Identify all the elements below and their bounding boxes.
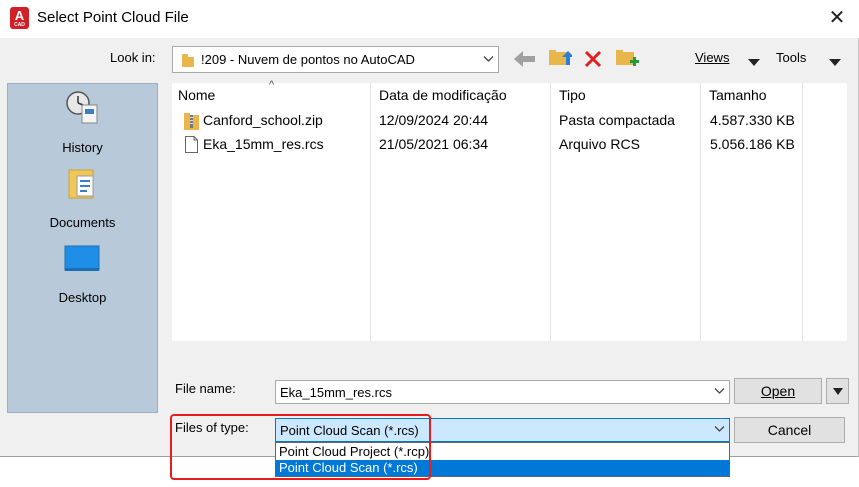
- look-in-label: Look in:: [110, 50, 156, 65]
- desktop-icon[interactable]: [63, 240, 101, 278]
- file-name-cell: Canford_school.zip: [203, 112, 323, 128]
- views-label: Views: [695, 50, 730, 65]
- up-folder-icon[interactable]: [548, 47, 574, 72]
- views-dropdown-icon[interactable]: [748, 55, 760, 69]
- column-header-name[interactable]: Nome: [178, 87, 215, 103]
- column-header-type[interactable]: Tipo: [559, 87, 586, 103]
- back-arrow-icon[interactable]: [514, 50, 536, 71]
- window-title: Select Point Cloud File: [37, 9, 189, 26]
- file-size-cell: 5.056.186 KB: [710, 136, 795, 152]
- chevron-down-icon: [483, 54, 494, 65]
- column-header-size[interactable]: Tamanho: [709, 87, 767, 103]
- file-type-cell: Pasta compactada: [559, 112, 675, 128]
- look-in-dropdown[interactable]: !209 - Nuvem de pontos no AutoCAD: [172, 46, 499, 73]
- views-menu[interactable]: Views: [695, 50, 729, 65]
- open-options-button[interactable]: [826, 378, 849, 404]
- tools-label: Tools: [776, 50, 807, 65]
- select-file-dialog: A CAD Select Point Cloud File ✕ Look in:…: [0, 0, 859, 457]
- chevron-down-icon[interactable]: [714, 425, 725, 436]
- table-row[interactable]: Eka_15mm_res.rcs 21/05/2021 06:34 Arquiv…: [172, 134, 802, 156]
- title-bar: A CAD Select Point Cloud File ✕: [0, 0, 859, 38]
- file-name-cell: Eka_15mm_res.rcs: [203, 136, 324, 152]
- chevron-down-icon[interactable]: [714, 387, 725, 398]
- zip-folder-icon: [184, 112, 199, 133]
- file-size-cell: 4.587.330 KB: [710, 112, 795, 128]
- sort-ascending-icon: ^: [269, 79, 275, 91]
- open-label: Open: [760, 383, 796, 399]
- app-icon-letter: A: [14, 8, 25, 23]
- app-icon-sub: CAD: [14, 22, 25, 28]
- table-row[interactable]: Canford_school.zip 12/09/2024 20:44 Past…: [172, 110, 802, 132]
- file-name-value: Eka_15mm_res.rcs: [280, 385, 392, 400]
- file-date-cell: 21/05/2021 06:34: [379, 136, 488, 152]
- column-divider: [802, 83, 803, 341]
- file-name-label: File name:: [175, 381, 236, 396]
- file-date-cell: 12/09/2024 20:44: [379, 112, 488, 128]
- close-icon[interactable]: ✕: [826, 8, 848, 30]
- new-folder-icon[interactable]: [615, 47, 639, 72]
- delete-icon[interactable]: [584, 50, 602, 71]
- file-icon: [185, 136, 198, 156]
- file-name-input[interactable]: Eka_15mm_res.rcs: [275, 380, 730, 404]
- places-documents[interactable]: Documents: [8, 215, 157, 230]
- autocad-app-icon: A CAD: [10, 7, 29, 29]
- cancel-button[interactable]: Cancel: [734, 417, 845, 443]
- open-button[interactable]: Open: [734, 378, 822, 404]
- places-desktop[interactable]: Desktop: [8, 290, 157, 305]
- folder-icon: [182, 54, 194, 67]
- column-header-date[interactable]: Data de modificação: [379, 87, 507, 103]
- documents-icon[interactable]: [63, 164, 101, 202]
- file-list[interactable]: ^ Nome Data de modificação Tipo Tamanho …: [172, 79, 847, 341]
- history-icon[interactable]: [63, 89, 101, 127]
- places-history[interactable]: History: [8, 140, 157, 155]
- file-type-cell: Arquivo RCS: [559, 136, 640, 152]
- tools-menu[interactable]: Tools: [776, 50, 806, 65]
- annotation-highlight-box: [170, 414, 431, 480]
- look-in-value: !209 - Nuvem de pontos no AutoCAD: [201, 52, 415, 67]
- places-bar: History Documents Desktop: [7, 83, 158, 413]
- tools-dropdown-icon[interactable]: [829, 55, 841, 69]
